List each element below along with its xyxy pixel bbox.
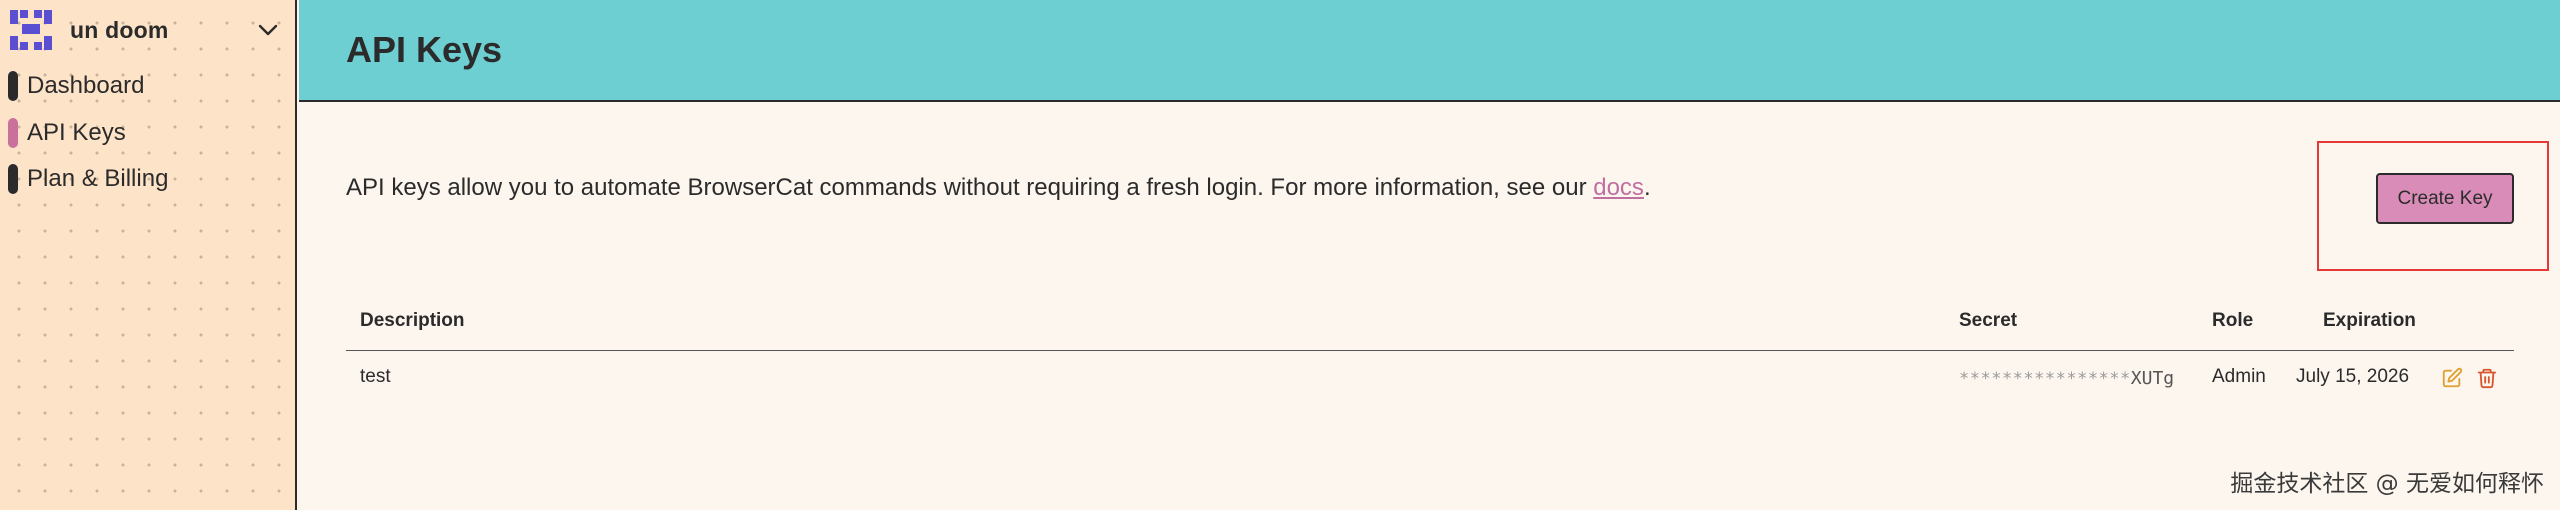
column-header-secret: Secret: [1959, 310, 2018, 331]
key-expiration: July 15, 2026: [2296, 366, 2410, 387]
sidebar-item-label: Plan & Billing: [27, 165, 169, 192]
nav-indicator-active: [8, 118, 18, 148]
page-title: API Keys: [346, 29, 503, 70]
chevron-down-icon[interactable]: [256, 18, 280, 42]
column-header-description: Description: [360, 310, 465, 331]
sidebar-item-plan-billing[interactable]: Plan & Billing: [8, 161, 168, 197]
docs-link[interactable]: docs: [1593, 174, 1644, 201]
edit-icon[interactable]: [2441, 367, 2463, 389]
intro-text-end: .: [1643, 174, 1651, 201]
sidebar: un doom Dashboard API Keys Plan & Billin…: [0, 0, 297, 510]
trash-icon[interactable]: [2476, 367, 2498, 389]
org-switcher[interactable]: un doom: [8, 8, 290, 52]
intro-text-body: API keys allow you to automate BrowserCa…: [346, 174, 1594, 201]
page-header: API Keys: [299, 0, 2560, 102]
org-logo-icon: [10, 10, 52, 50]
org-name: un doom: [70, 16, 169, 43]
secret-mask: ****************: [1959, 369, 2131, 389]
sidebar-item-dashboard[interactable]: Dashboard: [8, 68, 144, 104]
key-description: test: [360, 366, 391, 387]
key-role: Admin: [2212, 366, 2266, 387]
sidebar-item-label: API Keys: [27, 119, 126, 146]
nav-indicator: [8, 164, 18, 194]
sidebar-item-api-keys[interactable]: API Keys: [8, 115, 126, 151]
intro-text: API keys allow you to automate BrowserCa…: [346, 174, 1651, 202]
secret-tail: XUTg: [2130, 368, 2175, 389]
column-header-role: Role: [2212, 310, 2254, 331]
nav-indicator: [8, 71, 18, 101]
sidebar-item-label: Dashboard: [27, 72, 145, 99]
create-key-button[interactable]: Create Key: [2376, 173, 2514, 224]
column-header-expiration: Expiration: [2323, 310, 2416, 331]
key-secret: ****************XUTg: [1959, 368, 2174, 389]
table-header-row: Description Secret Role Expiration: [346, 300, 2514, 351]
watermark: 掘金技术社区 @ 无爱如何释怀: [2230, 471, 2544, 497]
api-keys-table: Description Secret Role Expiration test …: [346, 300, 2514, 389]
